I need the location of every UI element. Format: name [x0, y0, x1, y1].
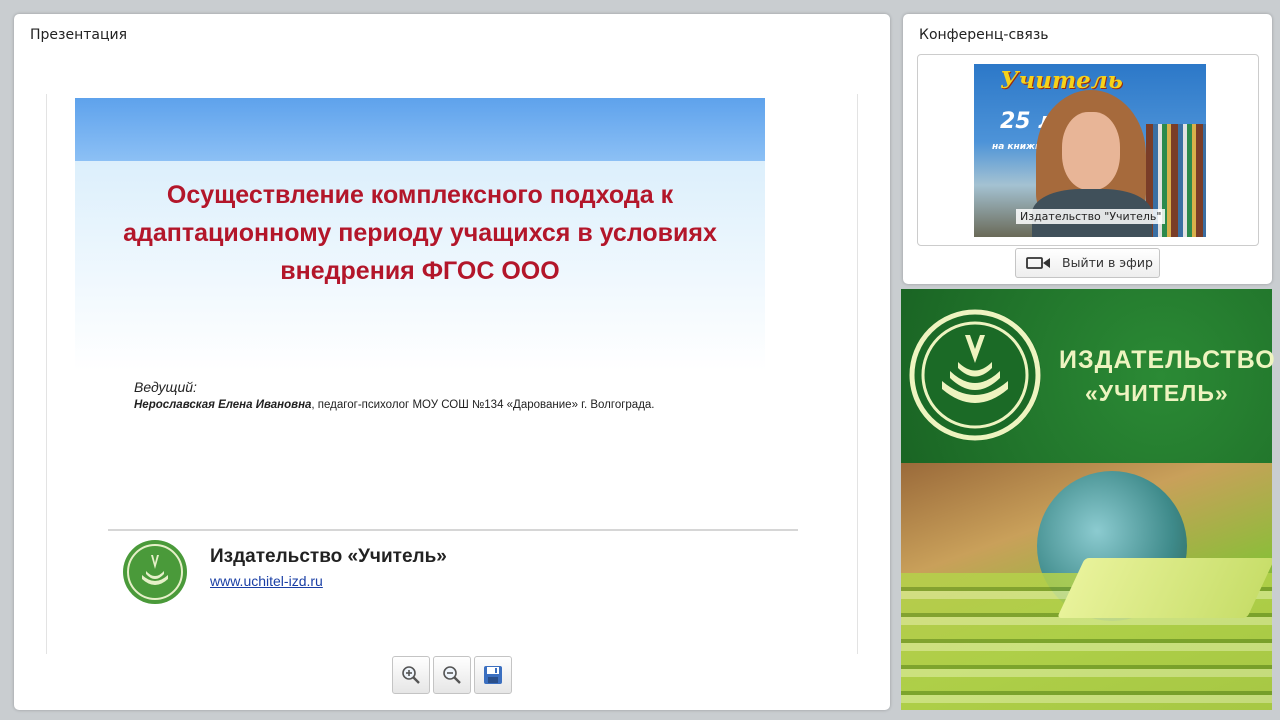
video-frame: Учитель 25 л на книжн Издательство "Учит…: [917, 54, 1259, 246]
slide-title: Осуществление комплексного подхода к ада…: [123, 181, 717, 285]
banner-title-line2: «УЧИТЕЛЬ»: [1085, 380, 1229, 406]
banner-image: [901, 463, 1272, 710]
speaker-face: [1062, 112, 1120, 190]
conference-panel-title: Конференц-связь: [919, 27, 1049, 43]
publisher-link[interactable]: www.uchitel-izd.ru: [210, 573, 323, 589]
save-button[interactable]: [474, 656, 512, 694]
zoom-in-button[interactable]: [392, 656, 430, 694]
slide-divider: [108, 529, 798, 531]
video-feed[interactable]: Учитель 25 л на книжн Издательство "Учит…: [974, 64, 1206, 237]
zoom-out-icon: [443, 666, 461, 684]
conference-panel: Конференц-связь Учитель 25 л на книжн Из…: [903, 14, 1272, 284]
presenter-line: Нерославская Елена Ивановна, педагог-пси…: [134, 399, 655, 411]
publisher-logo: [123, 540, 187, 604]
banner-logo: [909, 309, 1041, 441]
camera-icon: [1026, 257, 1050, 269]
slide-header-band: [75, 98, 765, 161]
video-backdrop-title: Учитель: [1000, 67, 1123, 94]
video-caption: Издательство "Учитель": [1016, 209, 1166, 224]
presenter-label: Ведущий:: [134, 379, 197, 395]
presenter-name: Нерославская Елена Ивановна: [134, 399, 312, 411]
publisher-name: Издательство «Учитель»: [210, 546, 447, 567]
zoom-out-button[interactable]: [433, 656, 471, 694]
go-live-button[interactable]: Выйти в эфир: [1015, 248, 1160, 278]
banner-top: ИЗДАТЕЛЬСТВО «УЧИТЕЛЬ»: [901, 289, 1275, 463]
presentation-panel-title: Презентация: [30, 27, 128, 43]
publisher-banner: ИЗДАТЕЛЬСТВО «УЧИТЕЛЬ»: [901, 289, 1275, 710]
go-live-label: Выйти в эфир: [1062, 255, 1153, 270]
zoom-in-icon: [402, 666, 420, 684]
banner-title-line1: ИЗДАТЕЛЬСТВО: [1059, 346, 1276, 374]
video-backdrop-subtitle: на книжн: [992, 142, 1042, 152]
open-book-image: [1057, 558, 1272, 618]
presentation-panel: Презентация Осуществление комплексного п…: [14, 14, 890, 710]
presenter-details: , педагог-психолог МОУ СОШ №134 «Дарован…: [311, 399, 655, 411]
save-icon: [484, 666, 502, 684]
